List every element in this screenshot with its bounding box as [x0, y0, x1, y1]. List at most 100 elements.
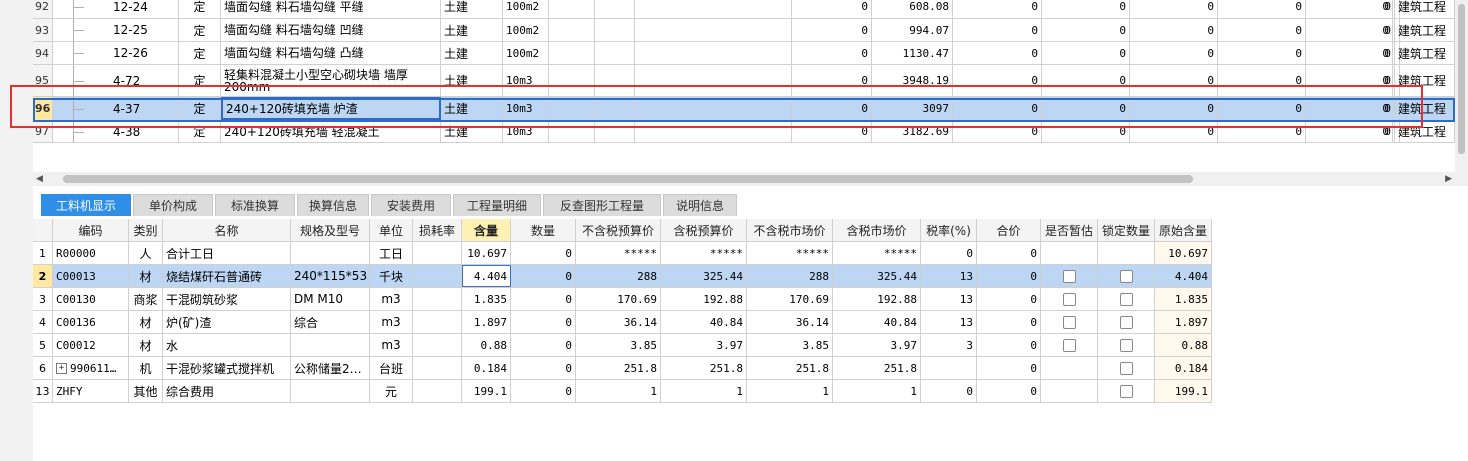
resource-row[interactable]: 5 C00012 材水 m3 0.88 0 3.85 3.97 3.85 3.97 3 0 0.88	[33, 334, 1212, 357]
lock-qty-checkbox[interactable]	[1119, 384, 1133, 398]
quota-cell-type: 定	[179, 19, 221, 41]
quota-cell-v8-value: 0	[1333, 0, 1395, 18]
quota-row[interactable]: 93 12-25 定墙面勾缝 料石墙勾缝 凹缝 土建 100m2 0 994.07 0 0 0 0 0…	[33, 19, 1455, 42]
tab-6[interactable]: 反查图形工程量	[543, 194, 661, 216]
estimate-checkbox[interactable]	[1062, 292, 1076, 306]
header-code[interactable]: 编码	[53, 219, 129, 241]
resource-cell-lock[interactable]	[1098, 288, 1155, 310]
tab-5[interactable]: 工程量明细	[453, 194, 541, 216]
resource-cell-est[interactable]	[1041, 265, 1098, 287]
quota-row[interactable]: 97 4-38 定 240+120砖填充墙 轻混凝土 土建 10m3 0 3182.69 0 0 0…	[33, 121, 1455, 143]
quota-cell-major: 土建	[441, 19, 503, 41]
header-qty[interactable]: 数量	[511, 219, 576, 241]
resource-cell-qty_per[interactable]: 0.88	[462, 334, 511, 356]
header-no[interactable]	[33, 219, 53, 241]
estimate-checkbox[interactable]	[1062, 315, 1076, 329]
quota-cell-name[interactable]: 240+120砖填充墙 炉渣	[221, 97, 441, 120]
resource-cell-lock[interactable]	[1098, 380, 1155, 402]
resource-row[interactable]: 4 C00136 材炉(矿)渣 综合 m3 1.897 0 36.14 40.84 36.14 40…	[33, 311, 1212, 334]
lock-qty-checkbox[interactable]	[1119, 361, 1133, 375]
lock-qty-checkbox[interactable]	[1119, 315, 1133, 329]
resource-cell-qty: 0	[511, 265, 576, 287]
resource-cell-est[interactable]	[1041, 334, 1098, 356]
header-p3[interactable]: 不含税市场价	[747, 219, 833, 241]
resource-cell-lock[interactable]	[1098, 265, 1155, 287]
resource-row[interactable]: 2 C00013 材烧结煤矸石普通砖 240*115*53 千块 4.404 0 288 325…	[33, 265, 1212, 288]
header-tax[interactable]: 税率(%)	[921, 219, 977, 241]
header-est[interactable]: 是否暂估	[1041, 219, 1098, 241]
lock-qty-checkbox[interactable]	[1119, 338, 1133, 352]
resource-cell-qty_per[interactable]: 10.697	[462, 242, 511, 264]
tab-3[interactable]: 换算信息	[297, 194, 369, 216]
header-lock[interactable]: 锁定数量	[1098, 219, 1155, 241]
resource-cell-spec	[291, 242, 370, 264]
quota-row[interactable]: 95 4-72 定轻集料混凝土小型空心砌块墙 墙厚200mm 土建 10m3 0 3948.…	[33, 65, 1455, 97]
resource-row[interactable]: 1 R00000 人合计工日 工日 10.697 0 ***** ***** ***** ****…	[33, 242, 1212, 265]
scroll-left-arrow-icon[interactable]: ◀	[36, 172, 43, 186]
scroll-right-arrow-icon[interactable]: ▶	[1445, 172, 1452, 186]
quota-cell-name[interactable]: 轻集料混凝土小型空心砌块墙 墙厚200mm	[221, 65, 441, 96]
quota-cell-v4: 0	[1042, 0, 1130, 18]
header-p4[interactable]: 含税市场价	[833, 219, 921, 241]
resource-cell-qty_per[interactable]: 1.835	[462, 288, 511, 310]
header-spec[interactable]: 规格及型号	[291, 219, 370, 241]
resource-cell-lock[interactable]	[1098, 311, 1155, 333]
resource-cell-qty_per[interactable]: 0.184	[462, 357, 511, 379]
quota-row[interactable]: 94 12-26 定墙面勾缝 料石墙勾缝 凸缝 土建 100m2 0 1130.47 0 0 0 0…	[33, 42, 1455, 65]
horizontal-scroll-thumb[interactable]	[63, 175, 1193, 183]
resource-cell-est[interactable]	[1041, 311, 1098, 333]
quota-row[interactable]: 96 4-37 定 240+120砖填充墙 炉渣 土建 10m3 0 3097 0 0 0 0 0 建筑工…	[33, 97, 1455, 121]
resource-row[interactable]: 3 C00130 商浆 干混砌筑砂浆 DM M10 m3 1.835 0 170.69 192.8…	[33, 288, 1212, 311]
header-loss[interactable]: 损耗率	[413, 219, 462, 241]
vertical-scrollbar[interactable]	[1455, 0, 1468, 186]
resource-row[interactable]: 6 +990611… 机干混砂浆罐式搅拌机 公称储量2… 台班 0.184 0 251.8 25…	[33, 357, 1212, 380]
resource-cell-spec: 综合	[291, 311, 370, 333]
resource-cell-spec: DM M10	[291, 288, 370, 310]
header-total[interactable]: 合价	[977, 219, 1041, 241]
quota-cell-v2: 3097	[872, 97, 953, 120]
lock-qty-checkbox[interactable]	[1119, 292, 1133, 306]
tab-1[interactable]: 单价构成	[133, 194, 213, 216]
tab-2[interactable]: 标准换算	[215, 194, 295, 216]
header-p2[interactable]: 含税预算价	[661, 219, 747, 241]
resource-cell-unit: 工日	[370, 242, 413, 264]
resource-cell-unit: 台班	[370, 357, 413, 379]
quota-cell-name[interactable]: 墙面勾缝 料石墙勾缝 凸缝	[221, 42, 441, 64]
header-unit[interactable]: 单位	[370, 219, 413, 241]
resource-cell-qty_per[interactable]: 199.1	[462, 380, 511, 402]
resource-cell-lock[interactable]	[1098, 334, 1155, 356]
tab-7[interactable]: 说明信息	[663, 194, 737, 216]
estimate-checkbox[interactable]	[1062, 338, 1076, 352]
resource-cell-qty_per[interactable]: 1.897	[462, 311, 511, 333]
quota-cell-v1: 0	[792, 65, 872, 96]
header-name[interactable]: 名称	[163, 219, 291, 241]
header-qty_per[interactable]: 含量	[462, 219, 511, 241]
horizontal-scrollbar[interactable]: ◀ ▶	[33, 172, 1455, 186]
quota-cell-name[interactable]: 墙面勾缝 料石墙勾缝 凹缝	[221, 19, 441, 41]
tab-4[interactable]: 安装费用	[371, 194, 451, 216]
resource-cell-qty: 0	[511, 288, 576, 310]
resource-cell-no: 6	[33, 357, 53, 379]
quota-cell-cat: 建筑工程	[1395, 42, 1455, 64]
vertical-scroll-thumb[interactable]	[1458, 4, 1465, 154]
resource-cell-lock[interactable]	[1098, 357, 1155, 379]
quota-cell-v4: 0	[1042, 42, 1130, 64]
quota-cell-blank1	[549, 19, 595, 41]
quota-cell-v4: 0	[1042, 121, 1130, 142]
quota-cell-type: 定	[179, 121, 221, 142]
resource-row[interactable]: 13 ZHFY 其他 综合费用元 199.1 0 1 1 1 1 0 0 199.1	[33, 380, 1212, 403]
estimate-checkbox[interactable]	[1062, 269, 1076, 283]
header-p1[interactable]: 不含税预算价	[576, 219, 661, 241]
tab-0[interactable]: 工料机显示	[41, 194, 131, 216]
resource-cell-qty_per[interactable]: 4.404	[462, 265, 511, 287]
expand-plus-icon[interactable]: +	[56, 362, 67, 374]
quota-row[interactable]: 92 12-24 定墙面勾缝 料石墙勾缝 平缝 土建 100m2 0 608.08 0 0 0 0 0…	[33, 0, 1455, 19]
lock-qty-checkbox[interactable]	[1119, 269, 1133, 283]
resource-cell-code[interactable]: +990611…	[53, 357, 129, 379]
header-type[interactable]: 类别	[129, 219, 163, 241]
header-orig[interactable]: 原始含量	[1155, 219, 1212, 241]
quota-cell-v3: 0	[953, 97, 1042, 120]
resource-cell-est[interactable]	[1041, 288, 1098, 310]
quota-cell-name[interactable]: 240+120砖填充墙 轻混凝土	[221, 121, 441, 142]
quota-cell-name[interactable]: 墙面勾缝 料石墙勾缝 平缝	[221, 0, 441, 18]
